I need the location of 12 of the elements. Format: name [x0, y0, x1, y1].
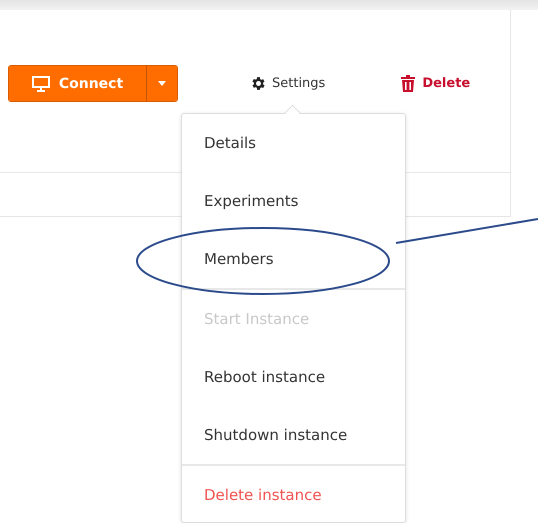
menu-item[interactable]: Experiments: [182, 172, 405, 230]
menu-item[interactable]: Members: [182, 230, 405, 288]
settings-icon: [250, 75, 267, 92]
monitor-icon: [32, 76, 50, 92]
menu-item[interactable]: Details: [182, 114, 405, 172]
dropdown-button[interactable]: [146, 66, 177, 101]
menu-item[interactable]: Shutdown instance: [182, 406, 405, 464]
delete-button[interactable]: Delete: [401, 75, 470, 92]
settings-button[interactable]: Settings: [250, 75, 326, 92]
trash-icon: [401, 75, 416, 92]
menu-item[interactable]: Reboot instance: [182, 348, 405, 406]
caret-icon: [158, 81, 166, 86]
